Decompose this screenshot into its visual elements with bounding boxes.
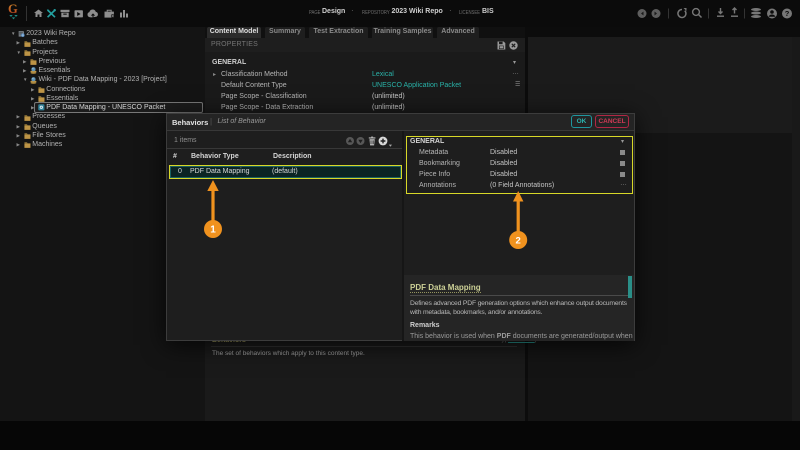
svg-text:2: 2 xyxy=(516,236,521,247)
svg-text:?: ? xyxy=(785,9,790,18)
svg-text:1: 1 xyxy=(210,225,216,236)
